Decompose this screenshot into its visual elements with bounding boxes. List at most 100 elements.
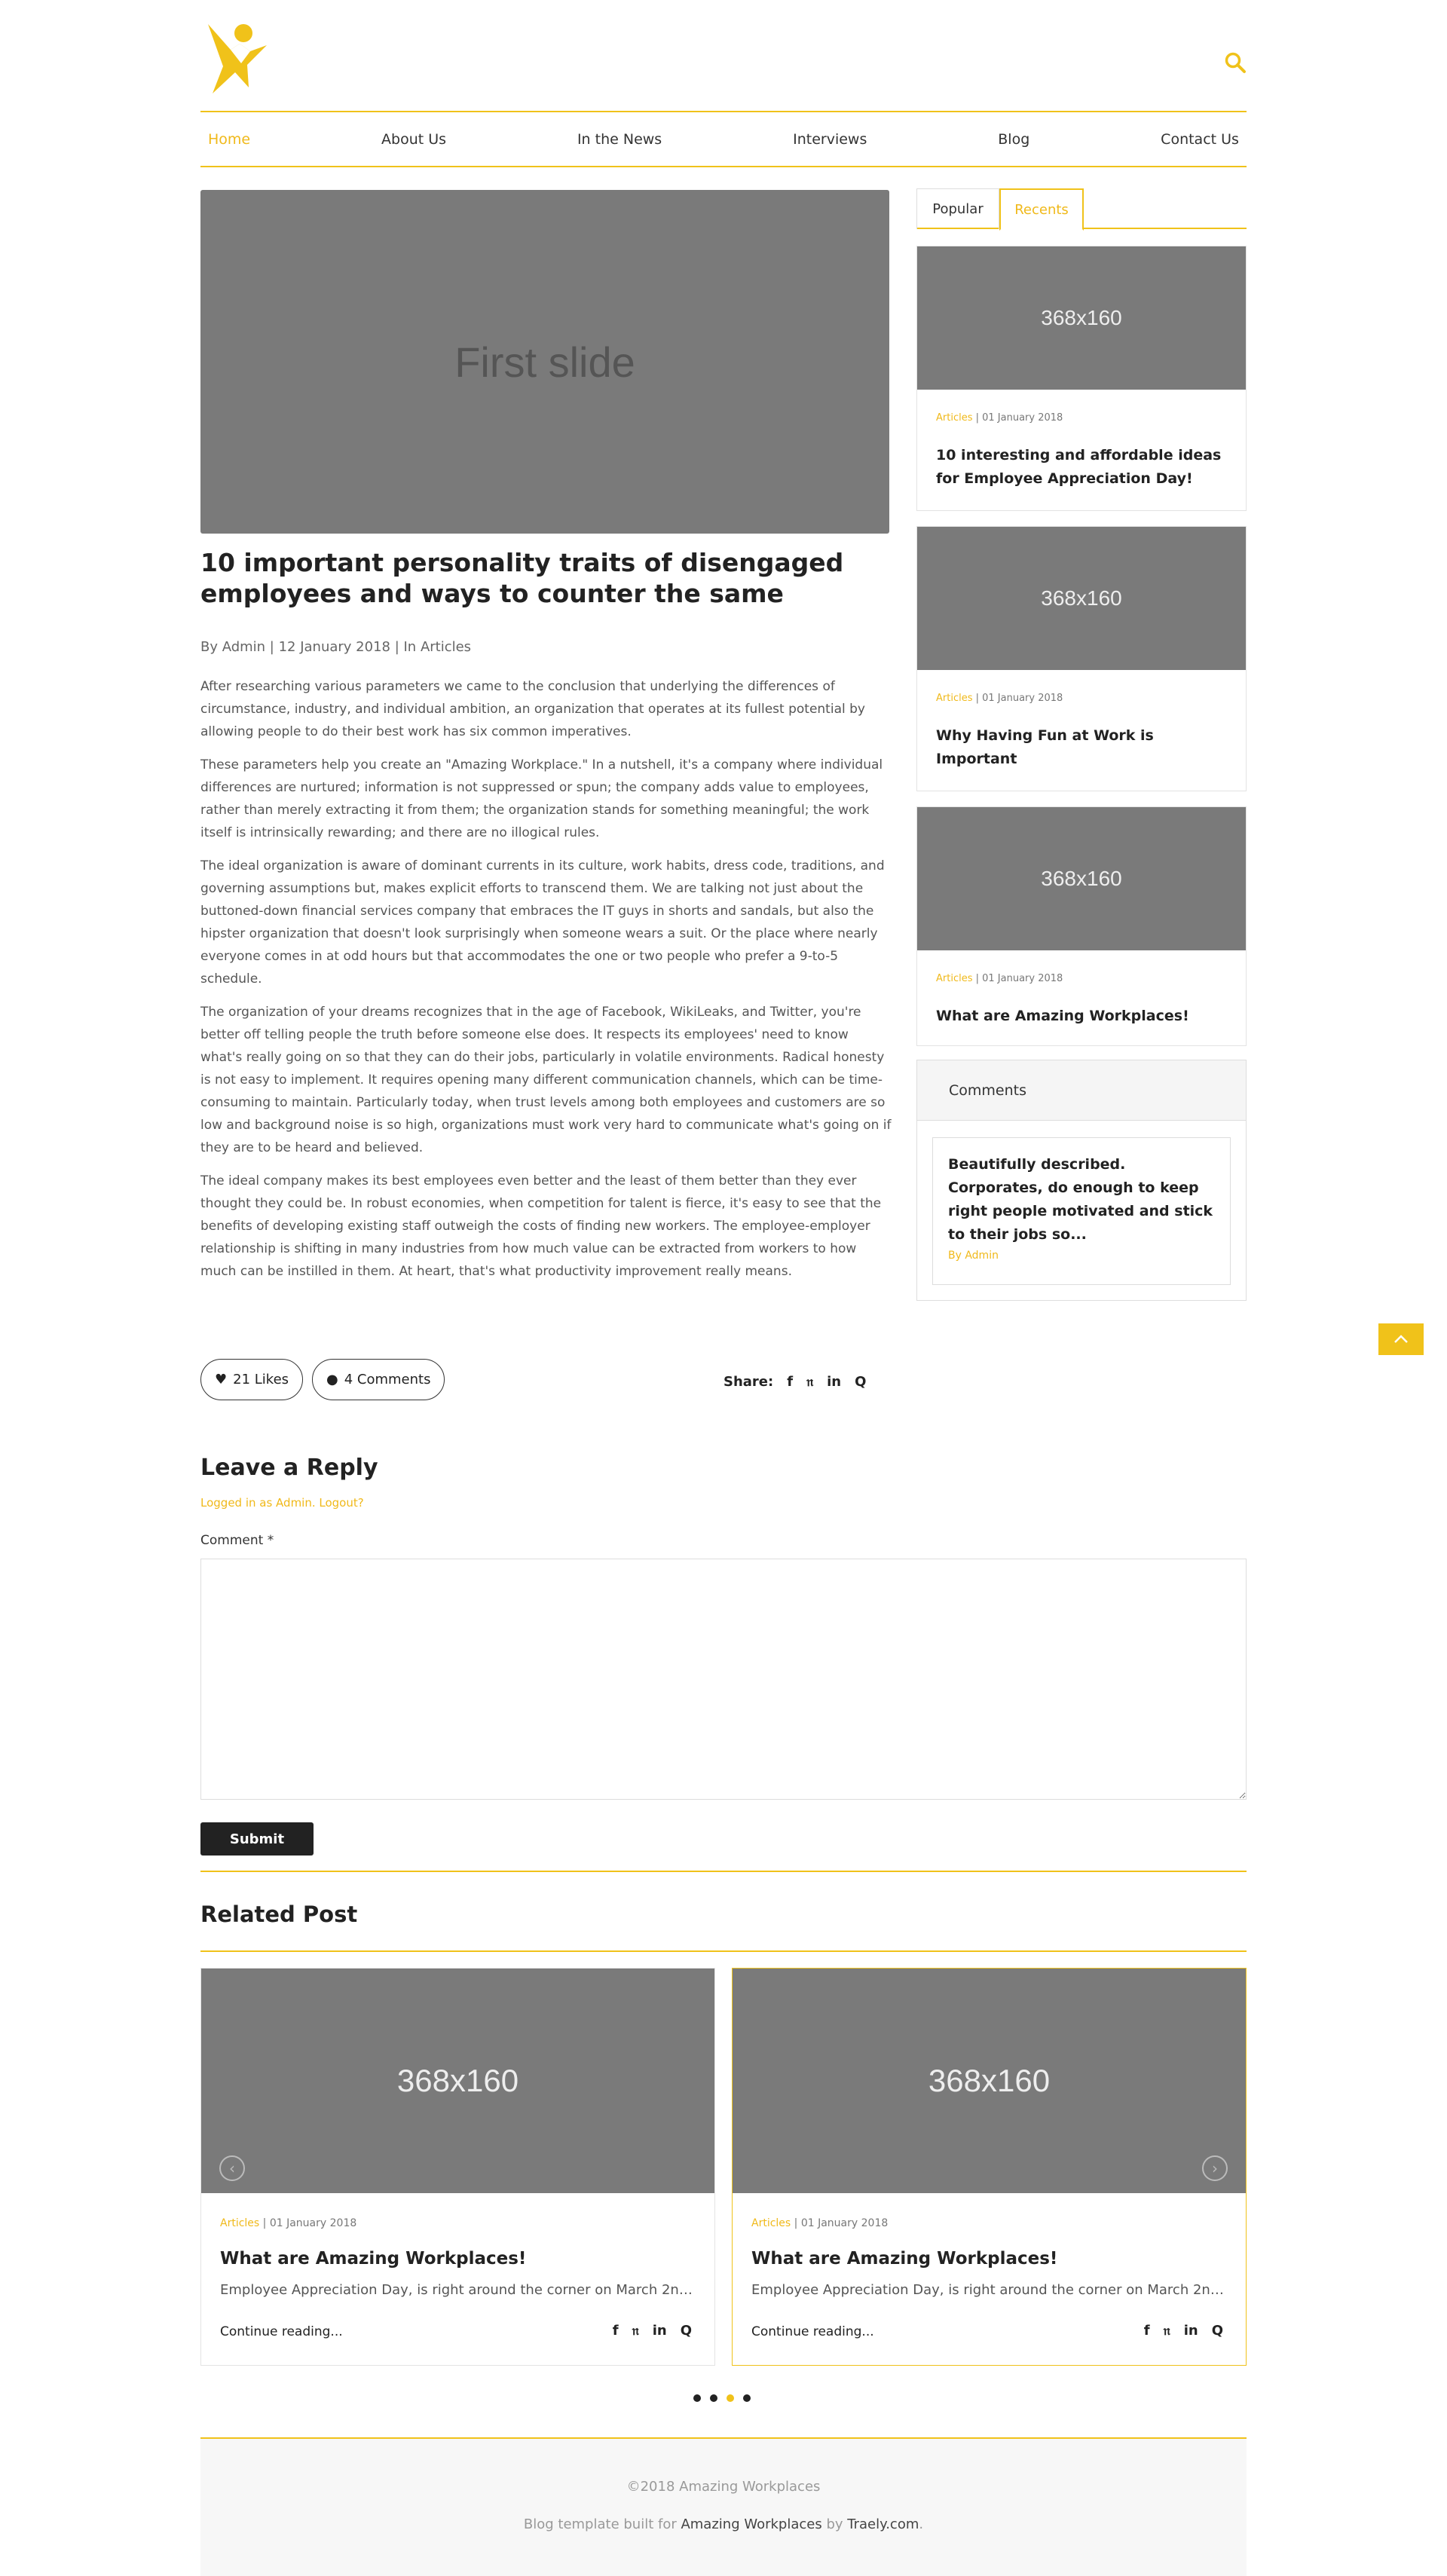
facebook-icon[interactable]: f — [1144, 2323, 1150, 2339]
footer: ©2018 Amazing Workplaces Blog template b… — [200, 2437, 1247, 2576]
comment-text: Beautifully described. Corporates, do en… — [948, 1156, 1213, 1243]
article-title: 10 important personality traits of disen… — [200, 548, 844, 608]
nav-blog[interactable]: Blog — [998, 131, 1029, 148]
category-link[interactable]: Articles — [936, 693, 972, 704]
hero-slide[interactable]: First slide — [200, 190, 889, 534]
continue-reading-link[interactable]: Continue reading... — [751, 2324, 874, 2339]
nav-in-the-news[interactable]: In the News — [577, 131, 662, 148]
quora-icon[interactable]: Q — [1212, 2323, 1223, 2339]
logo-star-icon[interactable] — [200, 21, 270, 96]
category-link[interactable]: Articles — [936, 412, 972, 424]
carousel-next-icon[interactable]: › — [1202, 2155, 1228, 2181]
comments-widget-heading: Comments — [917, 1060, 1246, 1121]
article-paragraph: The ideal organization is aware of domin… — [200, 858, 885, 987]
footer-brand-link[interactable]: Amazing Workplaces — [681, 2516, 821, 2532]
carousel-dot[interactable] — [743, 2394, 751, 2402]
search-icon[interactable] — [1224, 51, 1247, 74]
card-share-icons: f 𝔫 in Q — [613, 2323, 692, 2339]
continue-reading-link[interactable]: Continue reading... — [220, 2324, 343, 2339]
sidebar-post-image: 368x160 — [917, 807, 1246, 950]
twitter-icon[interactable]: 𝔫 — [632, 2323, 639, 2339]
footer-copyright: ©2018 Amazing Workplaces — [626, 2479, 821, 2495]
sidebar-post-title[interactable]: Why Having Fun at Work is Important — [936, 724, 1230, 771]
twitter-icon[interactable]: 𝔫 — [806, 1374, 813, 1390]
carousel-dot-active[interactable] — [727, 2394, 734, 2402]
comments-widget: Comments Beautifully described. Corporat… — [916, 1060, 1247, 1301]
card-share-icons: f 𝔫 in Q — [1144, 2323, 1223, 2339]
facebook-icon[interactable]: f — [787, 1374, 793, 1390]
quora-icon[interactable]: Q — [681, 2323, 692, 2339]
carousel-dots — [693, 2394, 751, 2402]
linkedin-icon[interactable]: in — [653, 2323, 667, 2339]
speech-bubble-icon: ● — [326, 1372, 338, 1387]
likes-label: 21 Likes — [233, 1372, 289, 1387]
reply-heading: Leave a Reply — [200, 1455, 378, 1481]
article-body: After researching various parameters we … — [200, 675, 894, 1293]
related-card-excerpt: Employee Appreciation Day, is right arou… — [751, 2282, 1230, 2298]
sidebar-post-card[interactable]: 368x160 Articles | 01 January 2018 Why H… — [916, 526, 1247, 791]
facebook-icon[interactable]: f — [613, 2323, 619, 2339]
article-meta: By Admin | 12 January 2018 | In Articles — [200, 639, 472, 655]
divider — [200, 1871, 1247, 1872]
related-card-image: 368x160 — [201, 1969, 714, 2193]
related-card-title[interactable]: What are Amazing Workplaces! — [751, 2249, 1057, 2269]
comment-textarea[interactable] — [200, 1559, 1247, 1800]
comment-item[interactable]: Beautifully described. Corporates, do en… — [932, 1137, 1231, 1285]
post-date: | 01 January 2018 — [791, 2217, 889, 2229]
likes-button[interactable]: ♥ 21 Likes — [200, 1359, 304, 1400]
share-bar: Share: f 𝔫 in Q — [724, 1374, 866, 1390]
tab-popular[interactable]: Popular — [916, 188, 999, 229]
sidebar-post-title[interactable]: 10 interesting and affordable ideas for … — [936, 444, 1230, 491]
related-card-excerpt: Employee Appreciation Day, is right arou… — [220, 2282, 699, 2298]
submit-button[interactable]: Submit — [200, 1822, 314, 1856]
nav-about-us[interactable]: About Us — [381, 131, 446, 148]
related-card-image: 368x160 — [733, 1969, 1246, 2193]
carousel-dot[interactable] — [693, 2394, 701, 2402]
sidebar-post-meta: Articles | 01 January 2018 — [936, 973, 1063, 984]
carousel-prev-icon[interactable]: ‹ — [219, 2155, 245, 2181]
heart-icon: ♥ — [215, 1372, 228, 1387]
tab-recents[interactable]: Recents — [999, 188, 1084, 231]
comment-author: By Admin — [948, 1250, 999, 1262]
post-date: | 01 January 2018 — [972, 973, 1063, 984]
quora-icon[interactable]: Q — [855, 1374, 866, 1390]
nav-contact-us[interactable]: Contact Us — [1161, 131, 1239, 148]
related-card-title[interactable]: What are Amazing Workplaces! — [220, 2249, 526, 2269]
sidebar-post-card[interactable]: 368x160 Articles | 01 January 2018 10 in… — [916, 246, 1247, 511]
page-container: Home About Us In the News Interviews Blo… — [200, 0, 1247, 2576]
linkedin-icon[interactable]: in — [1184, 2323, 1198, 2339]
category-link[interactable]: Articles — [220, 2217, 259, 2229]
footer-vendor-link[interactable]: Traely.com — [847, 2516, 919, 2532]
related-card-meta: Articles | 01 January 2018 — [220, 2217, 356, 2229]
post-date: | 01 January 2018 — [972, 412, 1063, 424]
sidebar-post-image: 368x160 — [917, 527, 1246, 670]
category-link[interactable]: Articles — [936, 973, 972, 984]
post-date: | 01 January 2018 — [259, 2217, 357, 2229]
sidebar-post-meta: Articles | 01 January 2018 — [936, 693, 1063, 704]
slide-label: First slide — [454, 338, 635, 386]
main-nav: Home About Us In the News Interviews Blo… — [200, 111, 1247, 167]
sidebar-post-image: 368x160 — [917, 246, 1246, 390]
nav-home[interactable]: Home — [208, 131, 250, 148]
carousel-dot[interactable] — [710, 2394, 717, 2402]
image-placeholder-label: 368x160 — [1041, 306, 1122, 329]
logout-link[interactable]: Logged in as Admin. Logout? — [200, 1496, 364, 1510]
comment-label: Comment * — [200, 1533, 274, 1548]
related-card[interactable]: 368x160 ‹ Articles | 01 January 2018 Wha… — [200, 1968, 715, 2366]
related-card[interactable]: 368x160 › Articles | 01 January 2018 Wha… — [732, 1968, 1247, 2366]
sidebar-post-card[interactable]: 368x160 Articles | 01 January 2018 What … — [916, 806, 1247, 1046]
article-paragraph: The organization of your dreams recogniz… — [200, 1005, 892, 1155]
article-paragraph: After researching various parameters we … — [200, 679, 865, 739]
nav-interviews[interactable]: Interviews — [793, 131, 867, 148]
image-placeholder-label: 368x160 — [1041, 867, 1122, 890]
comments-button[interactable]: ● 4 Comments — [312, 1359, 445, 1400]
twitter-icon[interactable]: 𝔫 — [1164, 2323, 1170, 2339]
category-link[interactable]: Articles — [751, 2217, 791, 2229]
scroll-to-top-button[interactable] — [1378, 1323, 1424, 1355]
footer-credits: Blog template built for Amazing Workplac… — [200, 2516, 1247, 2532]
linkedin-icon[interactable]: in — [827, 1374, 841, 1390]
sidebar-post-title[interactable]: What are Amazing Workplaces! — [936, 1005, 1230, 1028]
related-card-meta: Articles | 01 January 2018 — [751, 2217, 888, 2229]
article-paragraph: The ideal company makes its best employe… — [200, 1173, 882, 1279]
footer-credit-text: Blog template built for — [523, 2516, 681, 2532]
